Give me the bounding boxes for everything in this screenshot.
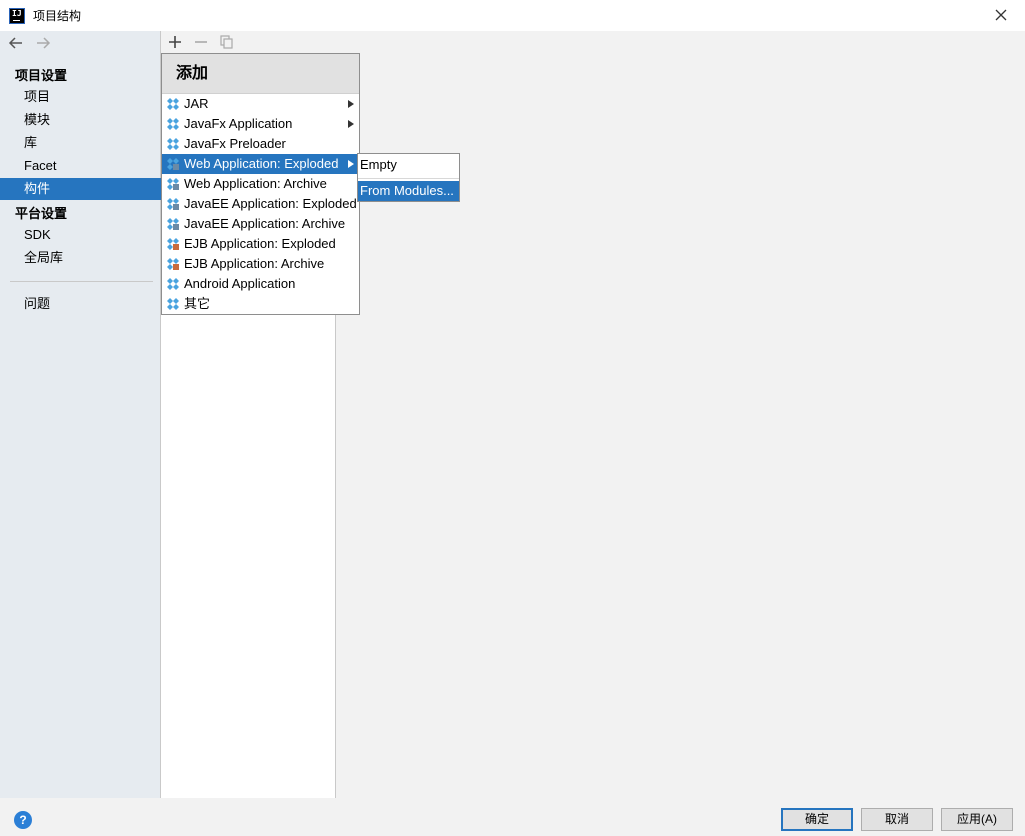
sidebar-item-libraries[interactable]: 库: [0, 132, 161, 154]
javaee-artifact-icon: [167, 198, 179, 210]
sidebar-item-artifacts[interactable]: 构件: [0, 178, 161, 200]
web-artifact-icon: [167, 158, 179, 170]
sidebar-item-global-libraries[interactable]: 全局库: [0, 247, 161, 269]
javaee-artifact-icon: [167, 218, 179, 230]
artifact-icon: [167, 138, 179, 150]
close-icon[interactable]: [994, 8, 1008, 22]
menu-item-label: Web Application: Archive: [184, 176, 327, 191]
artifact-jar-icon: [167, 98, 179, 110]
sidebar-item-problems[interactable]: 问题: [0, 293, 161, 315]
menu-item-web-application-archive[interactable]: Web Application: Archive: [162, 174, 359, 194]
menu-item-android-application[interactable]: Android Application: [162, 274, 359, 294]
logo-text: IJ: [12, 9, 22, 18]
menu-item-javaee-application-exploded[interactable]: JavaEE Application: Exploded: [162, 194, 359, 214]
menu-item-ejb-application-archive[interactable]: EJB Application: Archive: [162, 254, 359, 274]
submenu-arrow-icon: [348, 160, 354, 168]
back-arrow-icon[interactable]: [8, 36, 24, 50]
menu-item-label: JAR: [184, 96, 209, 111]
artifact-icon: [167, 278, 179, 290]
sidebar-item-project[interactable]: 项目: [0, 86, 161, 108]
submenu-arrow-icon: [348, 120, 354, 128]
web-exploded-submenu: Empty From Modules...: [357, 153, 460, 202]
popup-header: 添加: [162, 54, 359, 94]
section-project-settings: 项目设置: [15, 68, 68, 83]
minus-icon[interactable]: [194, 35, 208, 49]
artifact-detail-panel: [336, 31, 1025, 798]
ejb-artifact-icon: [167, 238, 179, 250]
web-artifact-icon: [167, 178, 179, 190]
section-platform-settings: 平台设置: [15, 206, 68, 221]
menu-item-label: EJB Application: Archive: [184, 256, 325, 271]
menu-item-web-application-exploded[interactable]: Web Application: Exploded: [162, 154, 359, 174]
sidebar-item-sdk[interactable]: SDK: [0, 224, 161, 246]
menu-item-label: 其它: [184, 296, 211, 311]
menu-item-javafx-application[interactable]: JavaFx Application: [162, 114, 359, 134]
menu-item-javaee-application-archive[interactable]: JavaEE Application: Archive: [162, 214, 359, 234]
artifact-icon: [167, 118, 179, 130]
ejb-artifact-icon: [167, 258, 179, 270]
submenu-item-empty[interactable]: Empty: [358, 155, 459, 175]
menu-item-[interactable]: 其它: [162, 294, 359, 314]
menu-item-label: Web Application: Exploded: [184, 156, 339, 171]
forward-arrow-icon[interactable]: [35, 36, 51, 50]
submenu-arrow-icon: [348, 100, 354, 108]
window-title: 项目结构: [33, 9, 82, 23]
menu-item-ejb-application-exploded[interactable]: EJB Application: Exploded: [162, 234, 359, 254]
menu-item-label: JavaEE Application: Exploded: [184, 196, 357, 211]
plus-icon[interactable]: [168, 35, 182, 49]
submenu-divider: [358, 178, 459, 179]
menu-item-label: JavaFx Preloader: [184, 136, 286, 151]
menu-item-label: Android Application: [184, 276, 296, 291]
apply-button[interactable]: 应用(A): [941, 808, 1013, 831]
sidebar-item-modules[interactable]: 模块: [0, 109, 161, 131]
cancel-button[interactable]: 取消: [861, 808, 933, 831]
help-icon[interactable]: ?: [14, 811, 32, 829]
intellij-logo-icon: IJ: [9, 8, 25, 24]
menu-item-label: EJB Application: Exploded: [184, 236, 336, 251]
sidebar-divider: [10, 281, 153, 282]
menu-item-jar[interactable]: JAR: [162, 94, 359, 114]
add-artifact-popup: 添加 JAR JavaFx Application JavaFx Preloader…: [161, 53, 360, 315]
copy-icon[interactable]: [220, 35, 234, 49]
artifacts-toolbar: [161, 31, 336, 53]
artifact-icon: [167, 298, 179, 310]
menu-item-javafx-preloader[interactable]: JavaFx Preloader: [162, 134, 359, 154]
menu-item-label: JavaEE Application: Archive: [184, 216, 346, 231]
menu-item-label: JavaFx Application: [184, 116, 293, 131]
sidebar-item-facets[interactable]: Facet: [0, 155, 161, 177]
title-bar: IJ 项目结构: [0, 0, 1025, 31]
submenu-item-from-modules[interactable]: From Modules...: [358, 181, 459, 201]
ok-button[interactable]: 确定: [781, 808, 853, 831]
